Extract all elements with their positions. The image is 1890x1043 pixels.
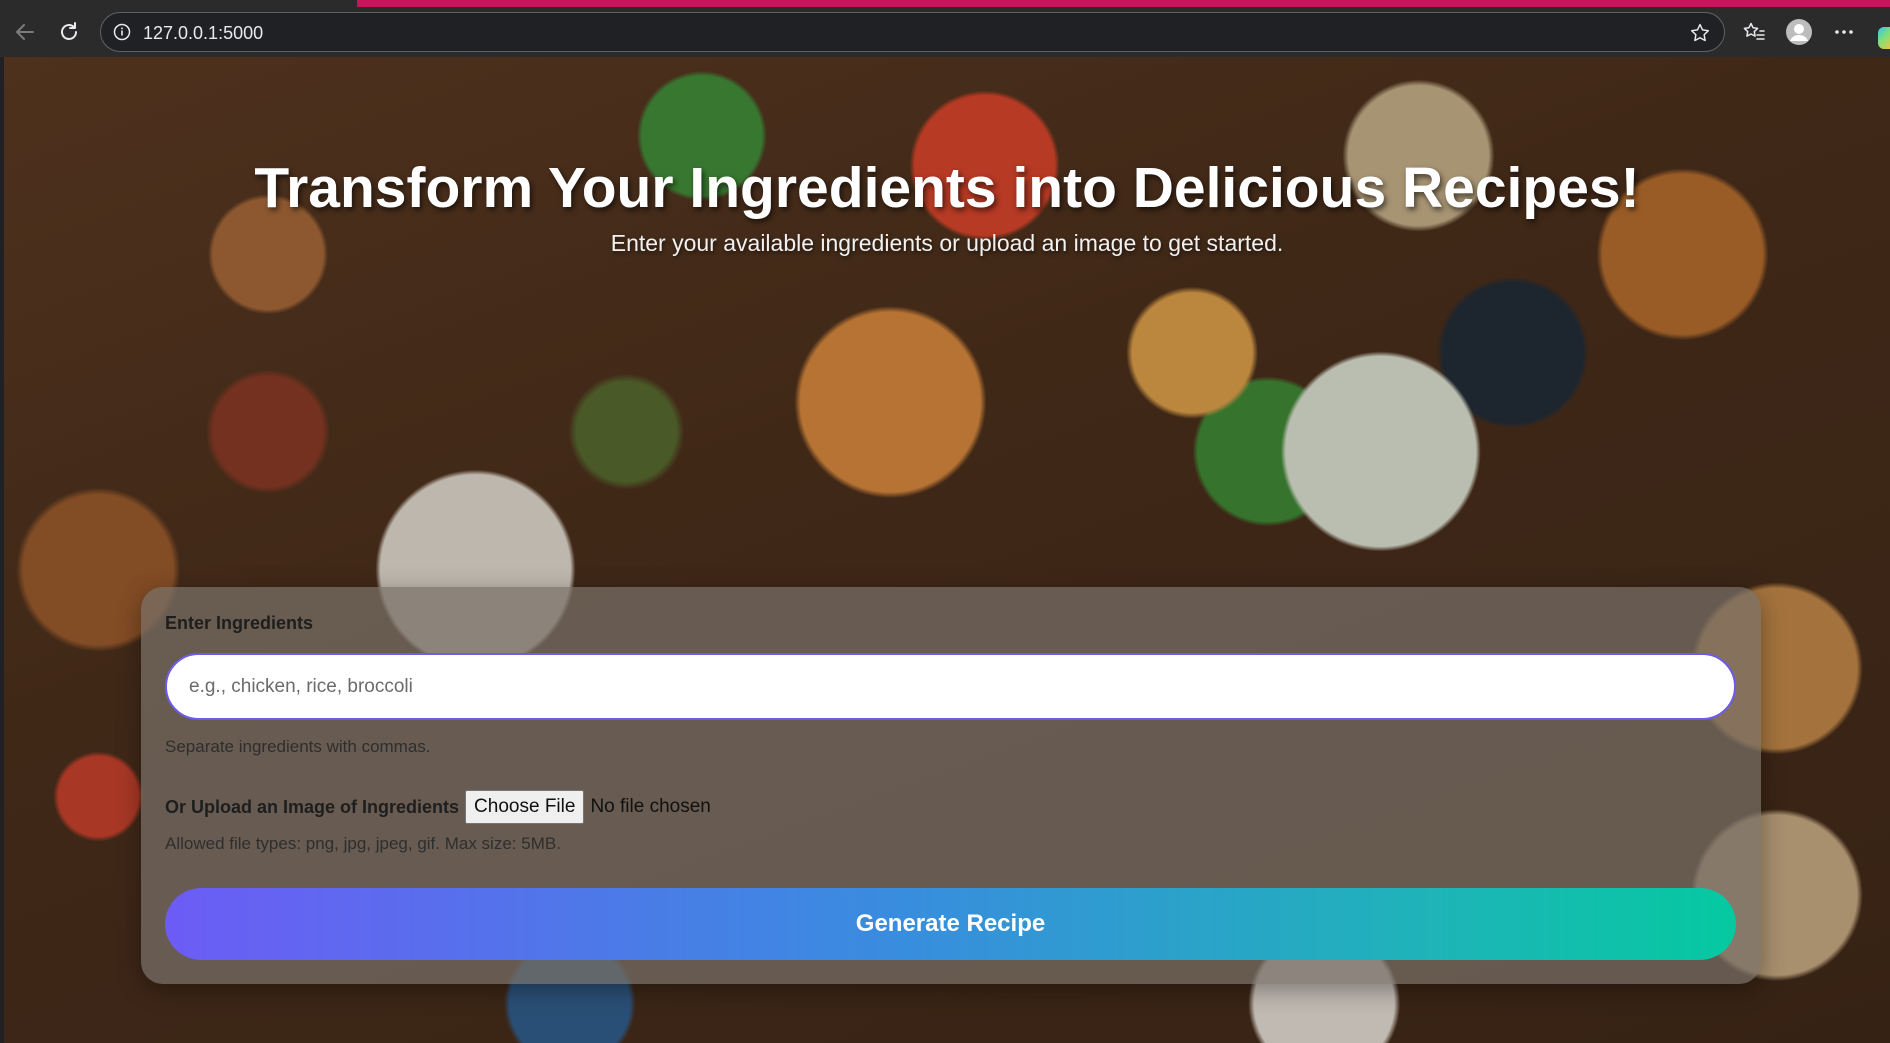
more-icon[interactable] — [1825, 13, 1863, 51]
ingredients-label: Enter Ingredients — [165, 613, 314, 633]
upload-help-text: Allowed file types: png, jpg, jpeg, gif.… — [165, 834, 561, 853]
ingredients-help-text: Separate ingredients with commas. — [165, 737, 431, 756]
browser-toolbar: 127.0.0.1:5000 — [0, 7, 1890, 57]
profile-icon[interactable] — [1780, 13, 1818, 51]
choose-file-button[interactable]: Choose File — [465, 790, 585, 824]
recipe-form: Enter Ingredients Separate ingredients w… — [141, 587, 1761, 984]
image-upload-row: Or Upload an Image of Ingredients Choose… — [165, 790, 711, 824]
page-subtitle: Enter your available ingredients or uplo… — [610, 230, 1284, 256]
generate-recipe-button[interactable]: Generate Recipe — [165, 888, 1736, 960]
tab-strip — [0, 0, 1890, 7]
url-text[interactable]: 127.0.0.1:5000 — [143, 23, 263, 43]
reload-icon[interactable] — [50, 13, 88, 51]
info-icon[interactable] — [113, 23, 131, 41]
file-status-text: No file chosen — [590, 796, 711, 817]
favorites-icon[interactable] — [1735, 13, 1773, 51]
ingredients-input[interactable] — [165, 653, 1736, 720]
copilot-icon[interactable] — [1878, 27, 1890, 49]
active-tab[interactable] — [0, 0, 357, 7]
star-icon[interactable] — [1686, 19, 1714, 47]
upload-label: Or Upload an Image of Ingredients — [165, 796, 460, 817]
tab-strip-accent — [357, 0, 1890, 7]
back-arrow-icon[interactable] — [6, 13, 44, 51]
page-title: Transform Your Ingredients into Deliciou… — [254, 156, 1640, 220]
page-background: Transform Your Ingredients into Deliciou… — [4, 57, 1890, 1043]
address-bar[interactable]: 127.0.0.1:5000 — [100, 12, 1725, 52]
